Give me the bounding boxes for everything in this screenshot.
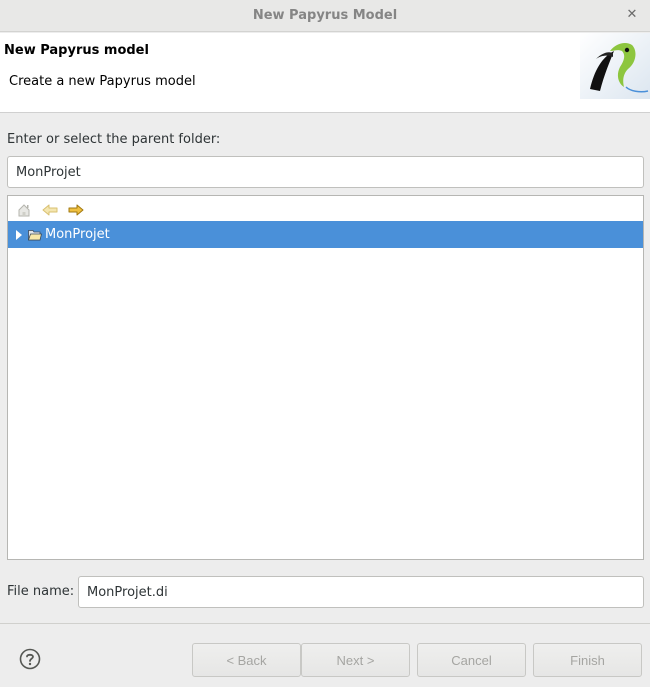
open-folder-icon (28, 229, 42, 240)
tree-toolbar (16, 202, 84, 218)
tree-item-monprojet[interactable]: MonProjet (8, 221, 643, 248)
title-bar: New Papyrus Model ✕ (0, 0, 650, 32)
footer-divider (0, 623, 650, 624)
folder-tree[interactable]: MonProjet (7, 195, 644, 560)
forward-arrow-icon[interactable] (68, 202, 84, 218)
back-button[interactable]: < Back (192, 643, 301, 677)
tree-item-label: MonProjet (45, 227, 110, 242)
window-title: New Papyrus Model (252, 8, 398, 23)
close-icon[interactable]: ✕ (624, 7, 640, 23)
expand-arrow-icon[interactable] (15, 229, 23, 240)
next-button[interactable]: Next > (301, 643, 410, 677)
banner-description: Create a new Papyrus model (9, 74, 196, 89)
papyrus-bird-logo-icon (580, 33, 650, 99)
help-icon[interactable] (19, 648, 41, 670)
cancel-button[interactable]: Cancel (417, 643, 526, 677)
finish-button[interactable]: Finish (533, 643, 642, 677)
wizard-banner: New Papyrus model Create a new Papyrus m… (0, 33, 650, 113)
back-arrow-icon[interactable] (42, 202, 58, 218)
banner-heading: New Papyrus model (4, 43, 149, 58)
file-name-input[interactable]: MonProjet.di (78, 576, 644, 608)
parent-folder-input[interactable]: MonProjet (7, 156, 644, 188)
file-name-label: File name: (7, 584, 75, 599)
parent-folder-label: Enter or select the parent folder: (7, 132, 221, 147)
home-icon[interactable] (16, 202, 32, 218)
